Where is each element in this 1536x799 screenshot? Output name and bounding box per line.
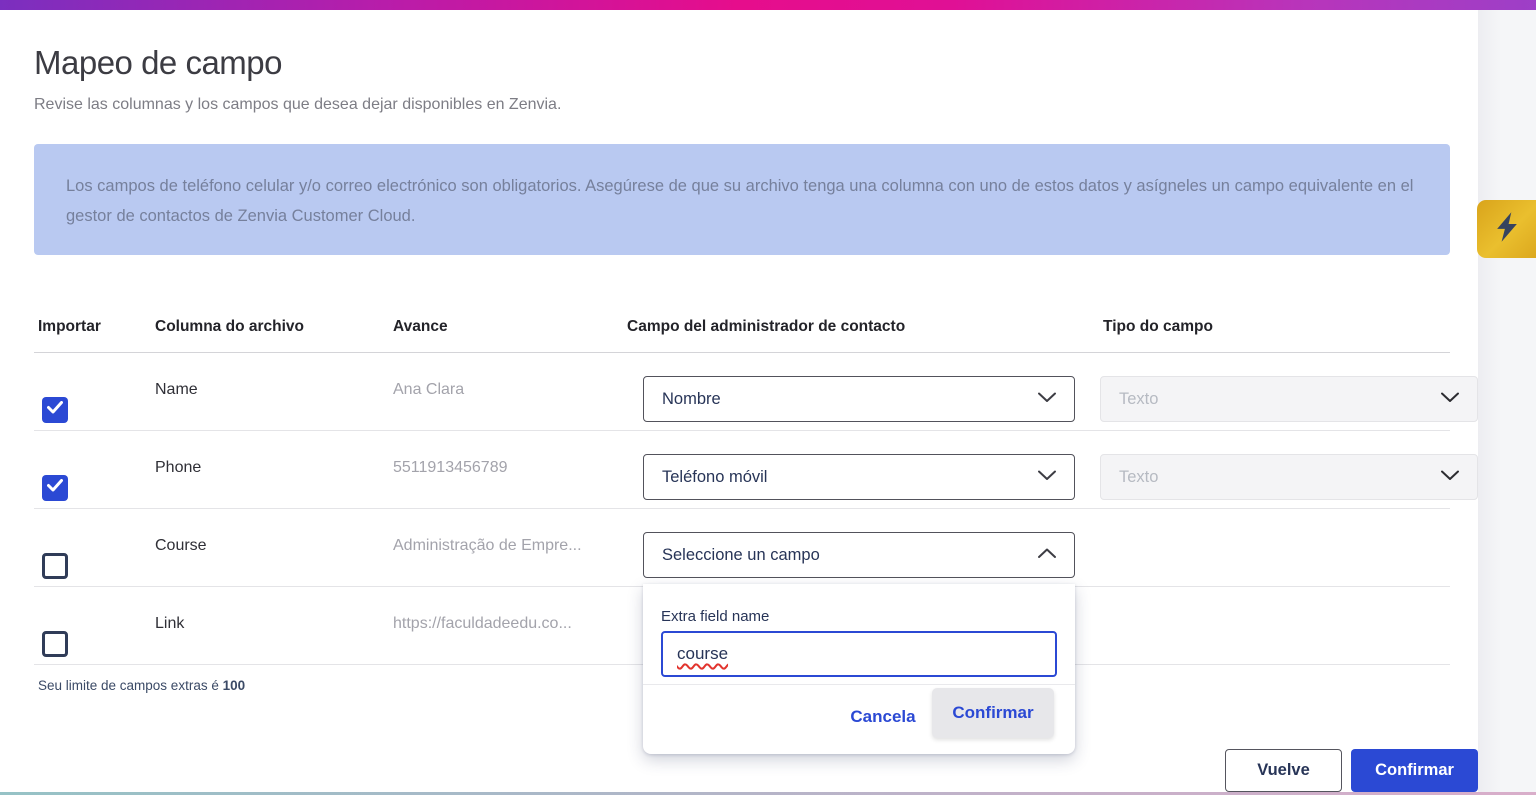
selected-field-label: Teléfono móvil — [662, 467, 768, 486]
checkmark-icon — [47, 401, 63, 419]
import-checkbox-course[interactable] — [42, 553, 68, 579]
field-type-select-name[interactable]: Texto — [1100, 376, 1478, 422]
checkmark-icon — [47, 479, 63, 497]
info-banner-text: Los campos de teléfono celular y/o corre… — [66, 177, 1414, 225]
chevron-up-icon — [1038, 546, 1056, 564]
selected-field-label: Seleccione un campo — [662, 545, 820, 564]
contact-field-select-phone[interactable]: Teléfono móvil — [643, 454, 1075, 500]
back-button[interactable]: Vuelve — [1225, 749, 1342, 792]
preview-value: Ana Clara — [393, 381, 465, 398]
top-gradient-bar — [0, 0, 1536, 10]
bottom-gradient-line — [0, 792, 1536, 795]
limit-note-text: Seu limite de campos extras é — [38, 678, 223, 693]
preview-value: https://faculdadeedu.co... — [393, 615, 572, 632]
file-column-name: Course — [155, 537, 207, 554]
quick-actions-tab[interactable] — [1477, 200, 1536, 258]
file-column-name: Link — [155, 615, 185, 632]
extra-field-popup: Extra field name course Cancela Confirma… — [643, 584, 1075, 754]
import-checkbox-phone[interactable] — [42, 475, 68, 501]
field-type-select-phone[interactable]: Texto — [1100, 454, 1478, 500]
contact-field-select-name[interactable]: Nombre — [643, 376, 1075, 422]
preview-value: Administração de Empre... — [393, 537, 582, 554]
page-subtitle: Revise las columnas y los campos que des… — [34, 96, 562, 113]
right-background-strip — [1478, 10, 1536, 795]
header-avance: Avance — [393, 318, 448, 335]
lightning-bolt-icon — [1492, 211, 1522, 248]
import-checkbox-name[interactable] — [42, 397, 68, 423]
limit-note-value: 100 — [222, 678, 246, 693]
popup-divider — [643, 684, 1075, 685]
popup-confirm-button[interactable]: Confirmar — [932, 688, 1054, 738]
file-column-name: Phone — [155, 459, 202, 476]
header-importar: Importar — [38, 318, 101, 335]
preview-value: 5511913456789 — [393, 459, 508, 476]
selected-type-label: Texto — [1119, 389, 1159, 408]
file-column-name: Name — [155, 381, 198, 398]
popup-cancel-button[interactable]: Cancela — [828, 700, 938, 734]
selected-type-label: Texto — [1119, 467, 1159, 486]
table-row: Course Administração de Empre... Selecci… — [34, 509, 1450, 587]
extra-field-name-label: Extra field name — [661, 608, 770, 625]
header-campo: Campo del administrador de contacto — [627, 318, 906, 335]
table-row: Phone 5511913456789 Teléfono móvil Texto — [34, 431, 1478, 509]
import-checkbox-link[interactable] — [42, 631, 68, 657]
extra-fields-limit-note: Seu limite de campos extras é 100 — [38, 678, 245, 693]
field-mapping-page: Mapeo de campo Revise las columnas y los… — [0, 0, 1536, 799]
chevron-down-icon — [1441, 390, 1459, 408]
header-tipo: Tipo do campo — [1103, 318, 1213, 335]
chevron-down-icon — [1038, 468, 1056, 486]
extra-field-name-input[interactable]: course — [661, 631, 1057, 677]
page-title: Mapeo de campo — [34, 44, 283, 81]
chevron-down-icon — [1441, 468, 1459, 486]
info-banner: Los campos de teléfono celular y/o corre… — [34, 144, 1450, 255]
table-row: Name Ana Clara Nombre Texto — [34, 353, 1478, 431]
contact-field-select-course[interactable]: Seleccione un campo — [643, 532, 1075, 578]
header-columna: Columna do archivo — [155, 318, 304, 335]
confirm-button[interactable]: Confirmar — [1351, 749, 1478, 792]
chevron-down-icon — [1038, 390, 1056, 408]
extra-field-input-value: course — [677, 644, 729, 663]
selected-field-label: Nombre — [662, 389, 721, 408]
